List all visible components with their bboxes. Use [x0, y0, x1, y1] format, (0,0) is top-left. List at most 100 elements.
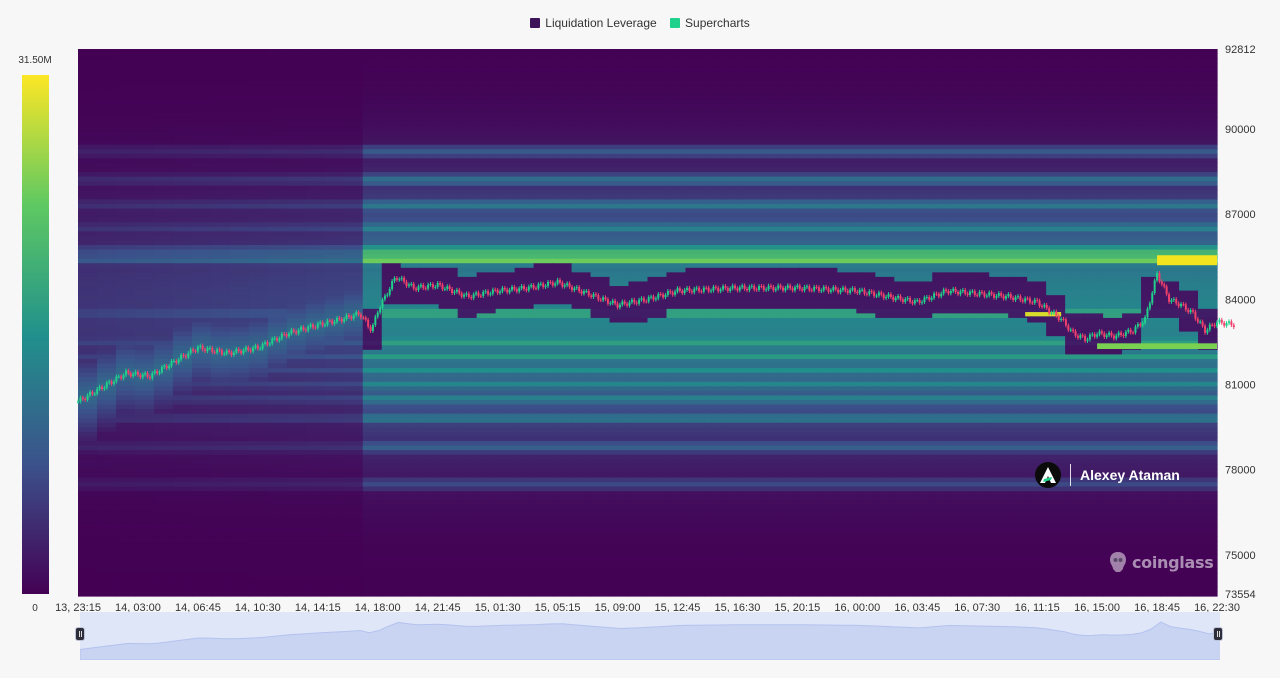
heatmap-cell: [837, 372, 857, 378]
heatmap-cell: [1027, 249, 1047, 255]
heatmap-cell: [590, 404, 611, 410]
heatmap-cell: [590, 94, 611, 100]
heatmap-cell: [856, 62, 876, 68]
heatmap-cell: [951, 62, 971, 68]
heatmap-cell: [761, 299, 781, 305]
heatmap-cell: [1046, 108, 1066, 114]
heatmap-cell: [932, 135, 952, 141]
heatmap-cell: [305, 299, 326, 305]
heatmap-cell: [818, 194, 838, 201]
heatmap-cell: [343, 299, 364, 305]
heatmap-cell: [400, 103, 421, 109]
heatmap-cell: [476, 409, 497, 415]
heatmap-cell: [172, 135, 193, 141]
heatmap-cell: [96, 422, 117, 428]
heatmap-cell: [894, 76, 914, 82]
heatmap-cell: [172, 231, 193, 237]
heatmap-cell: [856, 231, 876, 237]
heatmap-cell: [1198, 290, 1218, 296]
heatmap-cell: [647, 313, 668, 319]
heatmap-cell: [267, 53, 288, 59]
heatmap-cell: [438, 276, 459, 283]
heatmap-cell: [1122, 327, 1142, 333]
heatmap-cell: [951, 404, 971, 410]
heatmap-cell: [457, 53, 478, 59]
heatmap-cell: [685, 117, 706, 123]
heatmap-cell: [1027, 286, 1047, 292]
heatmap-cell: [666, 413, 687, 419]
heatmap-cell: [932, 386, 952, 392]
heatmap-cell: [533, 313, 554, 319]
heatmap-cell: [495, 76, 516, 82]
heatmap-cell: [324, 368, 345, 374]
heatmap-cell: [267, 345, 288, 351]
heatmap-cell: [742, 199, 762, 205]
heatmap-cell: [229, 340, 250, 346]
heatmap-cell: [704, 422, 725, 428]
heatmap-cell: [1179, 199, 1199, 205]
heatmap-cell: [780, 295, 800, 301]
heatmap-cell: [96, 299, 117, 305]
heatmap-cell: [1084, 409, 1104, 415]
heatmap-cell: [400, 131, 421, 137]
heatmap-cell: [438, 199, 459, 205]
heatmap-cell: [723, 135, 744, 141]
heatmap-cell: [970, 327, 990, 333]
heatmap-cell: [96, 240, 117, 246]
heatmap-cell: [438, 304, 459, 310]
heatmap-cell: [723, 231, 744, 237]
heatmap-cell: [856, 276, 876, 283]
heatmap-cell: [210, 399, 231, 406]
heatmap-cell: [286, 90, 307, 96]
heatmap-cell: [362, 281, 383, 287]
heatmap-cell: [191, 358, 212, 365]
heatmap-cell: [419, 336, 440, 342]
heatmap-cell: [305, 281, 326, 287]
heatmap-cell: [913, 368, 933, 374]
heatmap-cell: [362, 158, 383, 164]
heatmap-cell: [666, 349, 687, 356]
heatmap-cell: [362, 295, 383, 301]
heatmap-cell: [514, 418, 535, 424]
heatmap-cell: [495, 395, 516, 401]
heatmap-cell: [343, 422, 364, 428]
heatmap-cell: [704, 390, 725, 397]
heatmap-cell: [115, 272, 136, 278]
heatmap-cell: [533, 327, 554, 333]
heatmap-cell: [533, 153, 554, 159]
heatmap-cell: [552, 208, 573, 214]
heatmap-cell: [970, 331, 990, 337]
heatmap-cell: [894, 117, 914, 123]
heatmap-cell: [457, 272, 478, 278]
heatmap-cell: [495, 349, 516, 356]
heatmap-cell: [666, 185, 687, 191]
heatmap-cell: [628, 358, 649, 365]
heatmap-cell: [96, 185, 117, 191]
heatmap-cell: [476, 103, 497, 109]
heatmap-cell: [1141, 103, 1161, 109]
heatmap-cell: [343, 203, 364, 210]
heatmap-cell: [172, 240, 193, 246]
heatmap-cell: [989, 399, 1009, 406]
heatmap-cell: [704, 90, 725, 96]
heatmap-cell: [913, 313, 933, 319]
heatmap-cell: [818, 235, 838, 242]
heatmap-cell: [115, 317, 136, 324]
heatmap-cell: [818, 217, 838, 223]
heatmap-cell: [343, 117, 364, 123]
heatmap-cell: [1046, 153, 1066, 159]
heatmap-cell: [305, 254, 326, 260]
heatmap-cell: [571, 381, 592, 387]
heatmap-cell: [723, 90, 744, 96]
heatmap-cell: [533, 85, 554, 91]
heatmap-cell: [723, 381, 744, 387]
heatmap-cell: [438, 49, 459, 55]
heatmap-cell: [799, 94, 819, 100]
heatmap-cell: [172, 181, 193, 187]
heatmap-cell: [78, 249, 98, 255]
heatmap-cell: [970, 153, 990, 159]
heatmap-cell: [343, 358, 364, 365]
heatmap-cell: [381, 222, 402, 228]
heatmap-cell: [989, 126, 1009, 132]
heatmap-cell: [875, 377, 895, 383]
